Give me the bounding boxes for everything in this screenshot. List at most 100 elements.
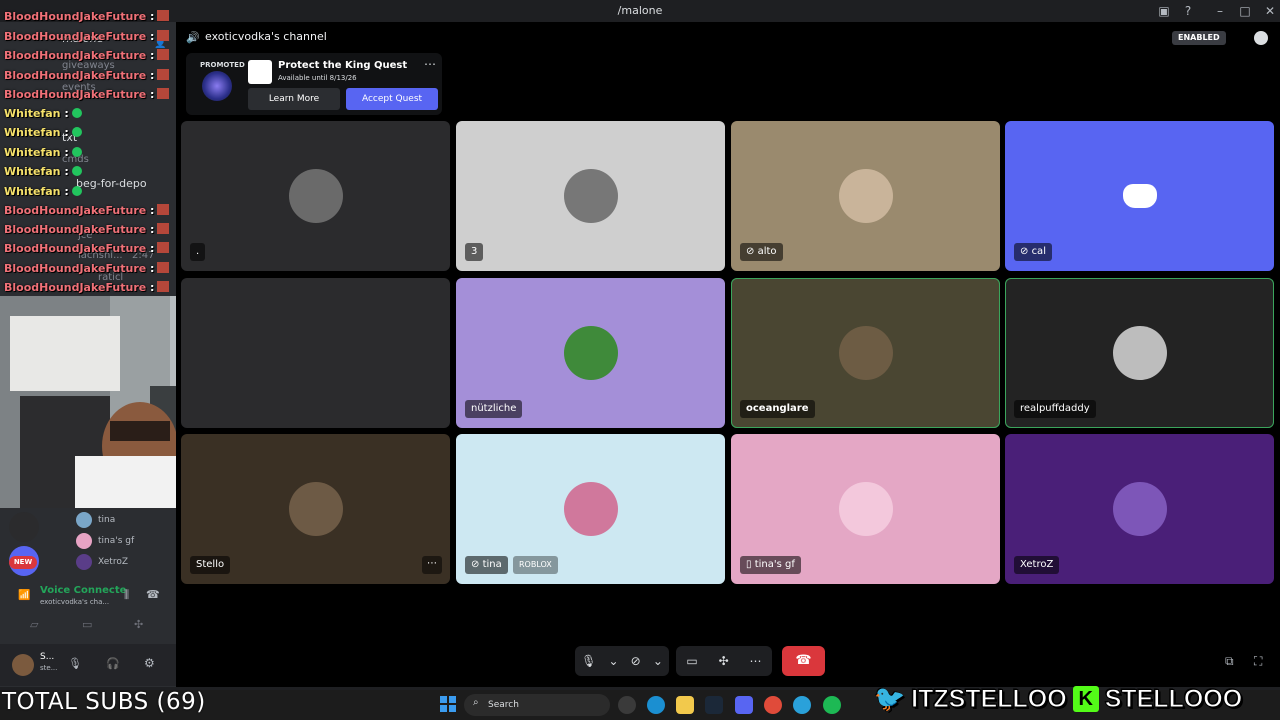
maximize-icon[interactable]: □ [1237,3,1253,19]
learn-more-button[interactable]: Learn More [248,88,340,110]
inbox-icon[interactable]: ▣ [1156,3,1172,19]
activities-icon[interactable]: ✣ [719,654,729,668]
chat-message: BloodHoundJakeFuture : [4,242,170,255]
social-handles: 🐦 ITZSTELLOO K STELLOOO [873,683,1242,715]
chat-username: BloodHoundJakeFuture [4,49,147,62]
video-tile[interactable]: ⊘ tina ROBLOX [456,434,725,584]
camera-off-icon[interactable]: ⊘ [631,654,641,668]
chat-username: BloodHoundJakeFuture [4,30,147,43]
chrome-icon[interactable] [764,696,782,714]
avatar[interactable] [12,654,34,676]
video-tile[interactable]: . [181,121,450,271]
activity-badge: ROBLOX [513,556,558,574]
video-tile[interactable]: ⊘ cal [1005,121,1274,271]
mic-icon[interactable]: 🎙 [68,657,82,670]
emote-icon [157,10,170,21]
noise-icon[interactable]: ⫼ [124,588,129,602]
chat-message: BloodHoundJakeFuture : [4,30,170,43]
video-tile[interactable]: oceanglare [731,278,1000,428]
voice-user[interactable]: XetroZ [76,554,128,570]
emote-icon [157,262,170,273]
screen-share-icon[interactable]: ▭ [82,618,92,631]
telegram-icon[interactable] [793,696,811,714]
chat-username: Whitefan [4,165,61,178]
signal-icon[interactable]: 📶 [18,590,30,601]
emote-icon [157,88,170,99]
activities-icon[interactable]: ✣ [134,618,143,631]
avatar [563,326,618,380]
status-icon [71,166,82,176]
help-icon[interactable]: ? [1180,3,1196,19]
voice-user[interactable]: tina's gf [76,533,134,549]
share-controls[interactable]: ▭ ✣ ⋯ [676,646,772,676]
avatar [76,512,92,528]
video-tile[interactable]: ▯ tina's gf [731,434,1000,584]
tile-name: 3 [471,246,478,257]
chat-bubble-icon[interactable] [1254,31,1268,45]
chevron-down-icon[interactable]: ⌄ [653,654,663,668]
tile-name: tina [482,559,502,570]
enabled-badge[interactable]: ENABLED [1172,31,1226,45]
avatar [288,482,343,536]
mic-control[interactable]: 🎙 ⌄ ⊘ ⌄ [575,646,669,676]
avatar [838,326,893,380]
steam-icon[interactable] [705,696,723,714]
headset-icon[interactable]: 🎧 [106,657,120,670]
voice-panel: 📶 Voice Connecte exoticvodka's cha... ⫼ … [8,580,170,640]
chat-username: Whitefan [4,185,61,198]
folder-icon[interactable] [676,696,694,714]
video-tile[interactable]: 3 [456,121,725,271]
minimize-icon[interactable]: – [1212,3,1228,19]
tile-name: Stello [196,559,225,570]
voice-channel-name[interactable]: exoticvodka's cha... [40,598,109,606]
fullscreen-icon[interactable]: ⛶ [1254,654,1262,669]
video-tile[interactable]: XetroZ [1005,434,1274,584]
video-tile[interactable]: ⊘ alto [731,121,1000,271]
chat-username: BloodHoundJakeFuture [4,204,147,217]
chat-message: Whitefan : [4,165,82,178]
video-tile[interactable] [181,278,450,428]
more-icon[interactable]: ⋯ [750,654,762,668]
camera-icon[interactable]: ▱ [30,618,38,631]
spotify-icon[interactable] [823,696,841,714]
total-subs: TOTAL SUBS (69) [2,689,206,715]
discord-icon[interactable] [735,696,753,714]
windows-start-icon[interactable] [440,696,456,712]
tile-label: realpuffdaddy [1014,400,1096,418]
gear-icon[interactable]: ⚙ [144,656,155,670]
user-name: S... [40,652,55,662]
status-icon [71,127,82,137]
voice-user[interactable]: tina [76,512,115,528]
status-icon [71,108,82,118]
voice-user-name: tina's gf [98,536,135,546]
channel-beg-for-depo[interactable]: beg-for-depo [76,177,147,190]
video-tile[interactable]: Stello ⋯ [181,434,450,584]
avatar [838,169,893,223]
more-icon[interactable]: ⋯ [422,556,442,574]
mic-icon[interactable]: 🎙 [581,654,596,668]
app-icon[interactable] [618,696,636,714]
hangup-icon[interactable]: ☎ [782,646,825,676]
video-tile[interactable]: realpuffdaddy [1005,278,1274,428]
tile-name: alto [757,246,777,257]
video-tile[interactable]: nützliche [456,278,725,428]
chat-username: BloodHoundJakeFuture [4,281,147,294]
accept-quest-button[interactable]: Accept Quest [346,88,438,110]
close-icon[interactable]: ✕ [1262,3,1278,19]
server-icon[interactable] [9,512,39,542]
tile-label: Stello [190,556,231,574]
screen-share-icon[interactable]: ▭ [686,654,697,668]
emote-icon [157,242,170,253]
mic-muted-icon: ⊘ [471,559,483,570]
more-icon[interactable]: ⋯ [424,57,436,71]
tile-label: ⊘ alto [740,243,783,261]
edge-icon[interactable] [647,696,665,714]
avatar [563,169,618,223]
disconnect-icon[interactable]: ☎ [146,588,160,601]
voice-user-name: XetroZ [98,557,129,567]
quest-title: Protect the King Quest [278,60,408,71]
popout-icon[interactable]: ⧉ [1225,654,1234,669]
tile-label: nützliche [465,400,523,418]
chevron-down-icon[interactable]: ⌄ [608,654,618,668]
search-input[interactable]: Search [464,694,610,716]
